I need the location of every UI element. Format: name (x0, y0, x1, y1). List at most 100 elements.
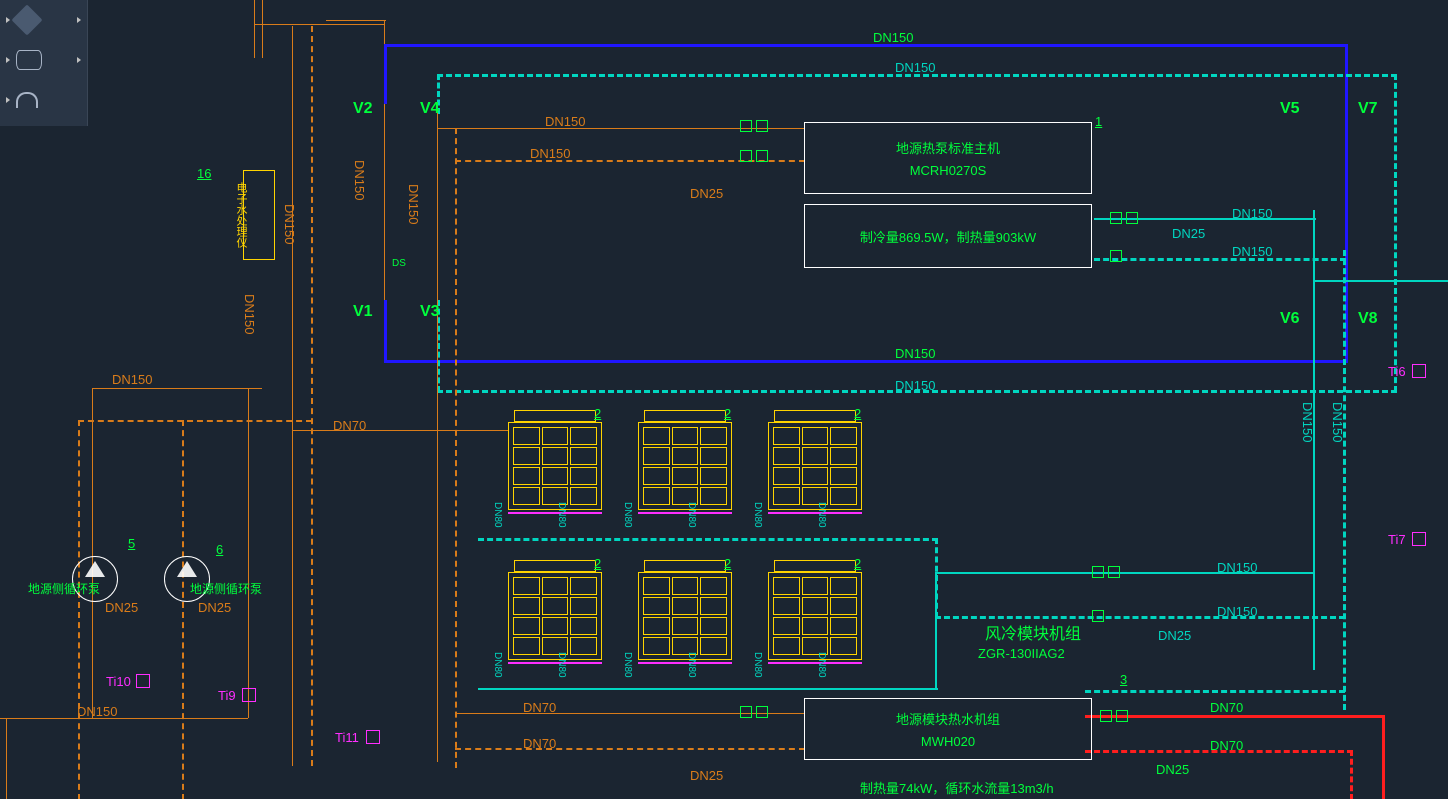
sensor-box-icon (366, 730, 380, 744)
gauge-icon (756, 150, 768, 162)
pipe (1313, 210, 1315, 670)
pipe (455, 713, 805, 714)
pipe (182, 420, 184, 799)
tool-snap[interactable] (0, 80, 87, 120)
lbl-dn25: DN25 (1172, 226, 1205, 241)
pipe (935, 572, 1315, 574)
valve-icon (1100, 710, 1112, 722)
sensor-ti11: Ti11 (335, 730, 359, 745)
lbl-dn80: DN80 (492, 502, 503, 528)
pipe (0, 718, 248, 719)
hot-water-module: 地源模块热水机组 MWH020 (804, 698, 1092, 760)
pump-2 (164, 556, 210, 602)
lbl-dn150v: DN150 (352, 160, 367, 200)
heat-pump-title: 地源热泵标准主机 (805, 138, 1091, 157)
lbl-dn80: DN80 (492, 652, 503, 678)
pump-1 (72, 556, 118, 602)
pipe (254, 0, 255, 58)
valve-icon (740, 120, 752, 132)
sensor-box-icon (136, 674, 150, 688)
lbl-dn80: DN80 (622, 652, 633, 678)
pipe (311, 26, 313, 766)
air-cooled-model: ZGR-130IIAG2 (978, 646, 1065, 661)
pipe (478, 538, 938, 541)
pipe (78, 420, 312, 422)
valve-v5: V5 (1280, 100, 1300, 118)
pipe (384, 360, 1348, 363)
sensor-ti7: Ti7 (1388, 532, 1406, 547)
pipe (1343, 250, 1346, 710)
tool-isometric[interactable] (0, 40, 87, 80)
sensor-box-icon (242, 688, 256, 702)
pipe-hotwater (1085, 715, 1385, 718)
pipe (1394, 74, 1397, 392)
pipe (437, 102, 438, 762)
lbl-dn80: DN80 (752, 652, 763, 678)
valve-icon (740, 150, 752, 162)
air-cooled-module (508, 560, 602, 670)
tag-16: 16 (197, 166, 211, 181)
pipe (92, 388, 262, 389)
isometric-icon (16, 50, 42, 70)
pipe (1094, 258, 1346, 261)
tag-6: 6 (216, 542, 223, 557)
hot-water-title: 地源模块热水机组 (805, 709, 1091, 728)
air-cooled-module (768, 410, 862, 520)
lbl-dn25: DN25 (690, 768, 723, 783)
tool-draw[interactable] (0, 0, 87, 40)
lbl-dn150: DN150 (895, 60, 935, 75)
pipe (455, 748, 805, 750)
pipe (262, 0, 263, 58)
pipe (248, 388, 249, 718)
valve-v1: V1 (353, 303, 373, 321)
valve-v8: V8 (1358, 310, 1378, 328)
lbl-dn150: DN150 (895, 346, 935, 361)
pipe-hotwater (1085, 750, 1353, 753)
pipe (292, 26, 293, 766)
tag-5: 5 (128, 536, 135, 551)
pipe (384, 44, 387, 104)
pencil-icon (11, 4, 42, 35)
heat-pump-spec: 制冷量869.5W，制热量903kW (805, 227, 1091, 246)
pipe (1085, 690, 1345, 693)
air-cooled-module (638, 560, 732, 670)
lbl-dn80: DN80 (622, 502, 633, 528)
lbl-dn150: DN150 (545, 114, 585, 129)
pipe (78, 420, 80, 799)
pipe (935, 616, 1345, 619)
lbl-dn25: DN25 (105, 600, 138, 615)
pipe (455, 160, 805, 162)
gauge-icon (1116, 710, 1128, 722)
pipe (455, 128, 457, 768)
valve-v2: V2 (353, 100, 373, 118)
heat-pump-model: MCRH0270S (805, 163, 1091, 178)
pipe (254, 24, 384, 25)
lbl-dn70: DN70 (1210, 700, 1243, 715)
lbl-dn150v: DN150 (242, 294, 257, 334)
lbl-dn150: DN150 (1232, 244, 1272, 259)
valve-v6: V6 (1280, 310, 1300, 328)
pipe (384, 300, 387, 362)
magnet-icon (16, 92, 38, 108)
lbl-dn80: DN80 (752, 502, 763, 528)
drawing-canvas[interactable]: 地源热泵标准主机 MCRH0270S 制冷量869.5W，制热量903kW 1 … (0, 0, 1448, 799)
valve-icon (1110, 212, 1122, 224)
lbl-ds: DS (392, 258, 406, 269)
valve-icon (1092, 610, 1104, 622)
valve-icon (740, 706, 752, 718)
gauge-icon (1126, 212, 1138, 224)
lbl-dn150v: DN150 (406, 184, 421, 224)
heat-pump-main: 地源热泵标准主机 MCRH0270S (804, 122, 1092, 194)
pipe (1313, 280, 1448, 282)
pipe-return-teal (437, 74, 1397, 77)
water-treatment-device (243, 170, 275, 260)
pipe (478, 688, 938, 690)
air-cooled-title: 风冷模块机组 (985, 620, 1081, 644)
pipe (437, 390, 1397, 393)
lbl-dn150: DN150 (873, 30, 913, 45)
lbl-dn150: DN150 (530, 146, 570, 161)
gauge-icon (756, 120, 768, 132)
lbl-dn25: DN25 (1158, 628, 1191, 643)
gauge-icon (1108, 566, 1120, 578)
pipe-supply-blue (384, 44, 1348, 47)
